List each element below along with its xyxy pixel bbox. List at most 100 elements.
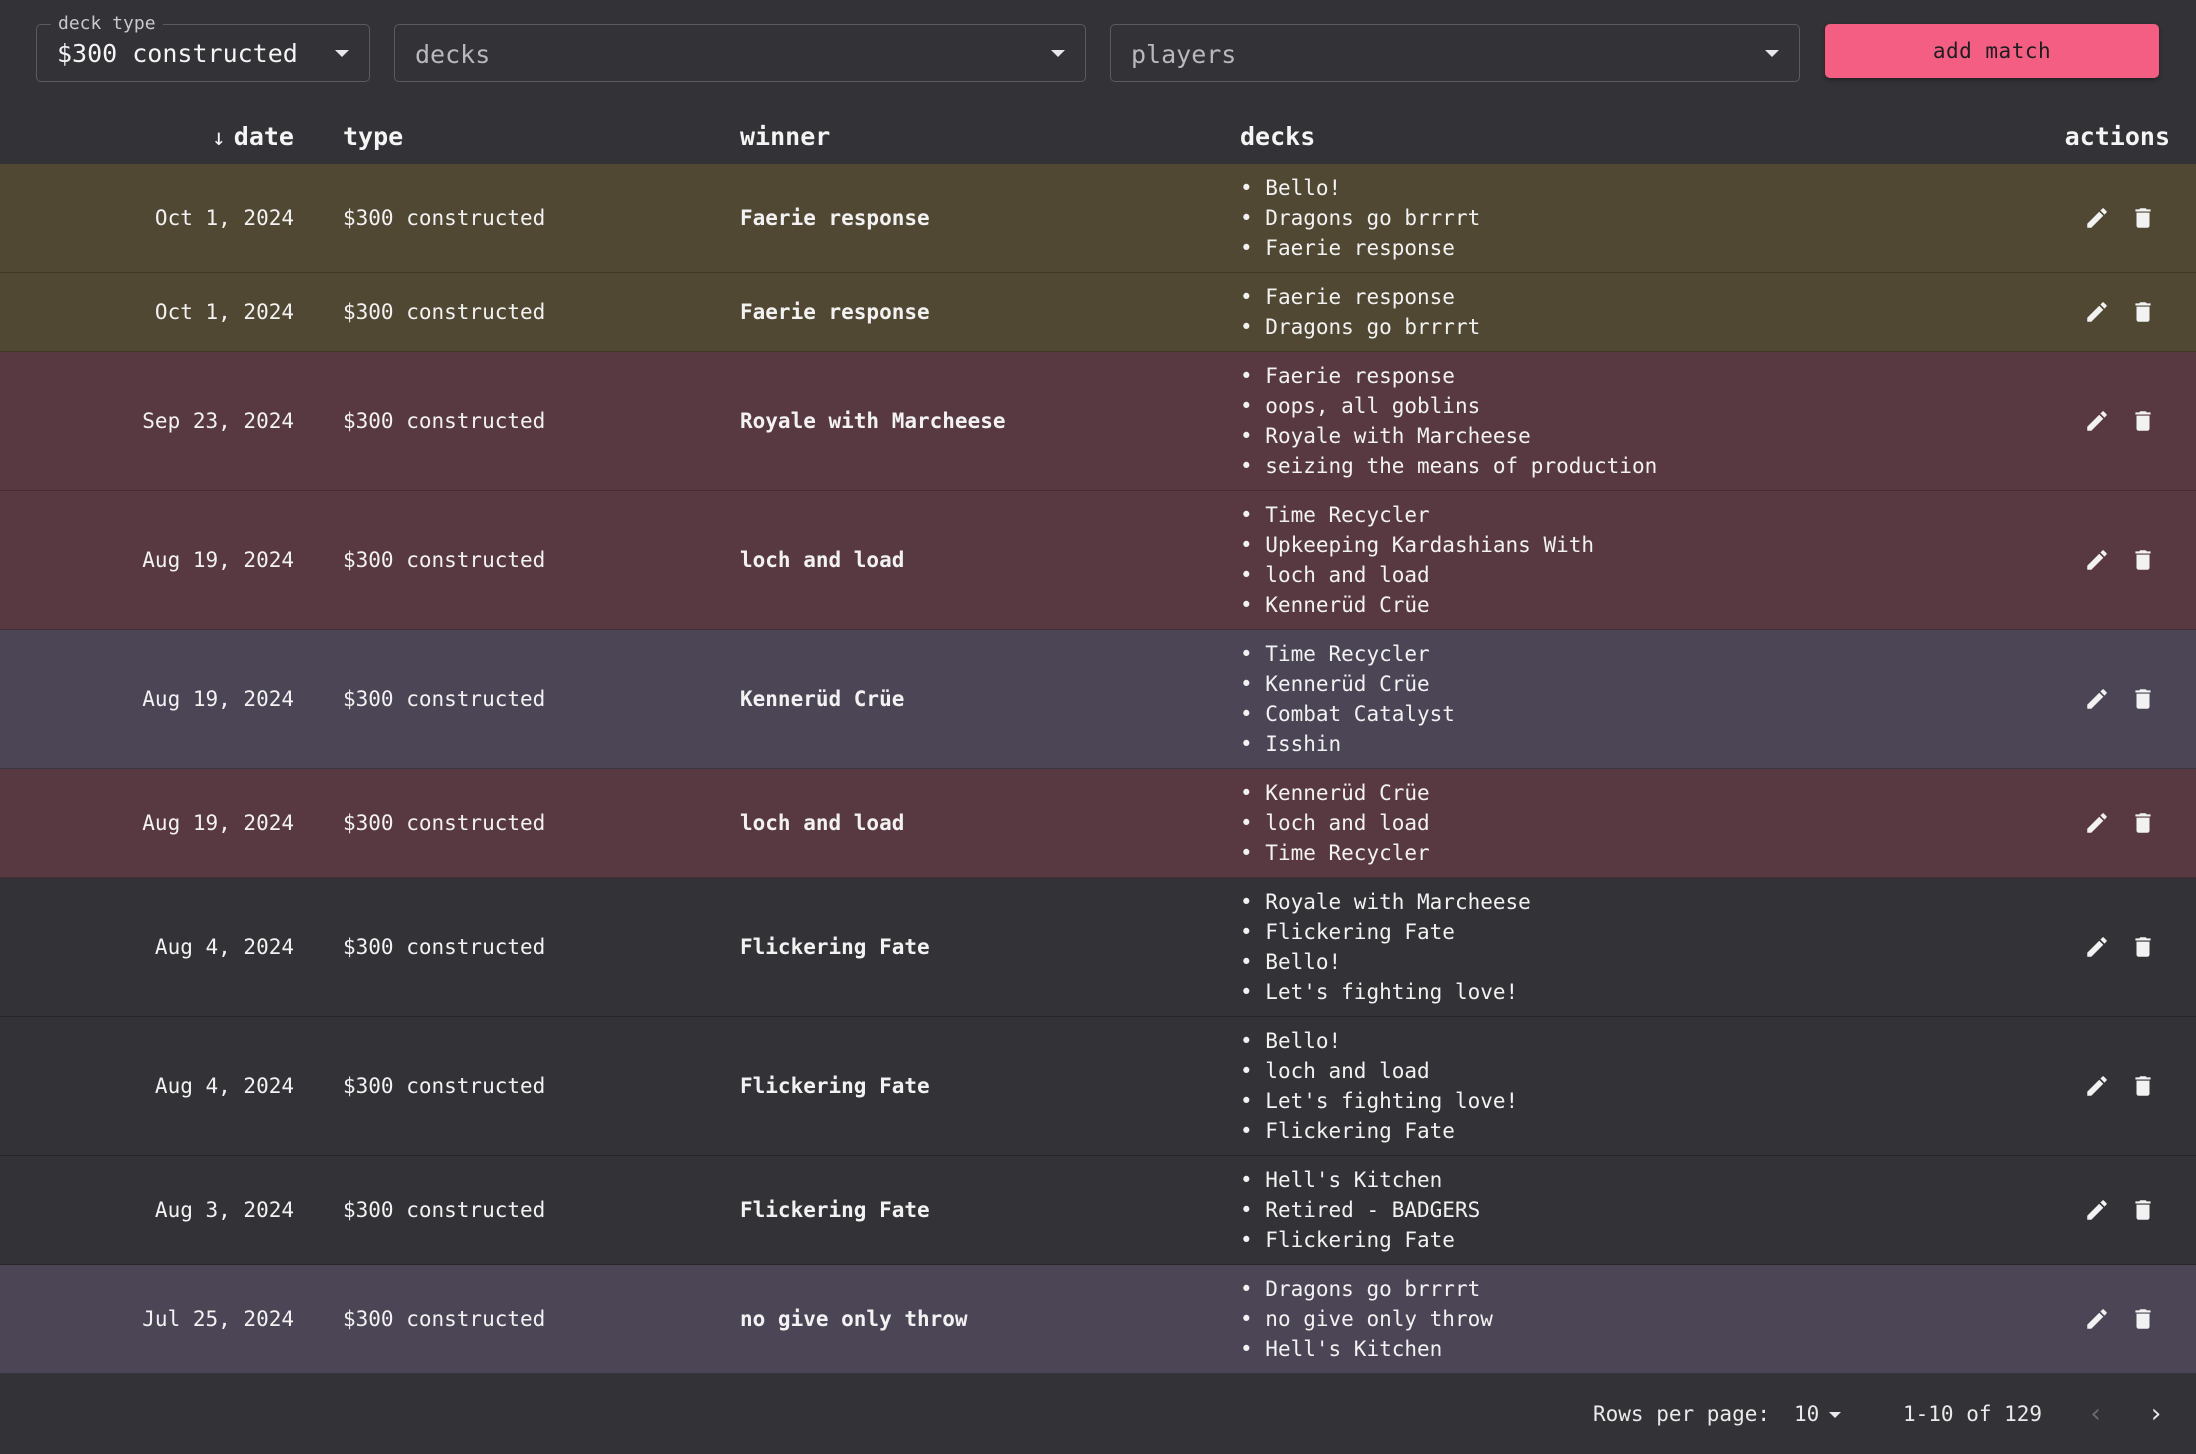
edit-pencil-icon[interactable] xyxy=(2084,810,2110,836)
deck-type-select[interactable]: deck type $300 constructed xyxy=(36,13,370,82)
rows-per-page-label: Rows per page: xyxy=(1593,1402,1771,1426)
column-header-type[interactable]: type xyxy=(343,120,403,154)
table-row: Aug 19, 2024 $300 constructed loch and loa… xyxy=(0,491,2196,630)
dropdown-arrow-icon xyxy=(335,50,349,57)
edit-pencil-icon[interactable] xyxy=(2084,686,2110,712)
delete-trash-icon[interactable] xyxy=(2130,686,2156,712)
deck-list-item: Combat Catalyst xyxy=(1240,699,1455,729)
deck-list-item: seizing the means of production xyxy=(1240,451,1657,481)
arrow-down-icon: ↓ xyxy=(211,125,226,151)
match-type: $300 constructed xyxy=(343,206,546,230)
edit-pencil-icon[interactable] xyxy=(2084,299,2110,325)
deck-list-item: Hell's Kitchen xyxy=(1240,1334,1493,1364)
chevron-left-icon[interactable]: ‹ xyxy=(2088,1375,2104,1454)
delete-trash-icon[interactable] xyxy=(2130,934,2156,960)
match-date: Oct 1, 2024 xyxy=(154,206,294,230)
match-date: Aug 4, 2024 xyxy=(154,1074,294,1098)
deck-list-item: oops, all goblins xyxy=(1240,391,1657,421)
edit-pencil-icon[interactable] xyxy=(2084,205,2110,231)
match-date: Oct 1, 2024 xyxy=(154,300,294,324)
matches-table-body: Oct 1, 2024 $300 constructed Faerie respon… xyxy=(0,164,2196,1374)
deck-list-item: Upkeeping Kardashians With xyxy=(1240,530,1594,560)
match-decks-list: Time RecyclerKennerüd CrüeCombat Catalys… xyxy=(1240,639,1455,759)
deck-list-item: Dragons go brrrrt xyxy=(1240,203,1480,233)
deck-list-item: Kennerüd Crüe xyxy=(1240,669,1455,699)
deck-list-item: Flickering Fate xyxy=(1240,1116,1518,1146)
edit-pencil-icon[interactable] xyxy=(2084,547,2110,573)
decks-placeholder: decks xyxy=(415,40,491,69)
match-date: Sep 23, 2024 xyxy=(142,409,294,433)
add-match-button[interactable]: add match xyxy=(1825,24,2159,78)
delete-trash-icon[interactable] xyxy=(2130,205,2156,231)
table-header: ↓ date type winner decks actions xyxy=(0,120,2196,164)
match-type: $300 constructed xyxy=(343,1074,546,1098)
delete-trash-icon[interactable] xyxy=(2130,408,2156,434)
deck-type-value: $300 constructed xyxy=(57,39,298,68)
column-header-date[interactable]: ↓ date xyxy=(212,120,294,155)
match-type: $300 constructed xyxy=(343,300,546,324)
delete-trash-icon[interactable] xyxy=(2130,1073,2156,1099)
deck-list-item: Royale with Marcheese xyxy=(1240,421,1657,451)
deck-list-item: loch and load xyxy=(1240,1056,1518,1086)
deck-list-item: Kennerüd Crüe xyxy=(1240,590,1594,620)
deck-list-item: Royale with Marcheese xyxy=(1240,887,1531,917)
chevron-right-icon[interactable]: › xyxy=(2148,1375,2164,1454)
match-type: $300 constructed xyxy=(343,811,546,835)
edit-pencil-icon[interactable] xyxy=(2084,408,2110,434)
match-date: Aug 19, 2024 xyxy=(142,811,294,835)
rows-per-page-select[interactable]: 10 xyxy=(1794,1375,1842,1454)
players-select[interactable]: players xyxy=(1110,24,1800,82)
table-row: Aug 3, 2024 $300 constructed Flickering Fa… xyxy=(0,1156,2196,1265)
table-row: Jul 25, 2024 $300 constructed no give only… xyxy=(0,1265,2196,1374)
match-decks-list: Hell's KitchenRetired - BADGERSFlickerin… xyxy=(1240,1165,1480,1255)
edit-pencil-icon[interactable] xyxy=(2084,934,2110,960)
column-header-decks[interactable]: decks xyxy=(1240,120,1315,154)
match-winner: no give only throw xyxy=(740,1307,968,1331)
deck-list-item: no give only throw xyxy=(1240,1304,1493,1334)
row-actions xyxy=(2084,1073,2156,1099)
decks-select[interactable]: decks xyxy=(394,24,1086,82)
edit-pencil-icon[interactable] xyxy=(2084,1073,2110,1099)
match-date: Aug 3, 2024 xyxy=(154,1198,294,1222)
delete-trash-icon[interactable] xyxy=(2130,299,2156,325)
deck-list-item: Let's fighting love! xyxy=(1240,977,1531,1007)
table-row: Aug 19, 2024 $300 constructed loch and loa… xyxy=(0,769,2196,878)
match-type: $300 constructed xyxy=(343,409,546,433)
table-row: Oct 1, 2024 $300 constructed Faerie respon… xyxy=(0,273,2196,352)
edit-pencil-icon[interactable] xyxy=(2084,1197,2110,1223)
row-actions xyxy=(2084,686,2156,712)
edit-pencil-icon[interactable] xyxy=(2084,1306,2110,1332)
match-type: $300 constructed xyxy=(343,1307,546,1331)
pagination-bar: Rows per page: 10 1-10 of 129 ‹ › xyxy=(0,1375,2196,1454)
match-date: Jul 25, 2024 xyxy=(142,1307,294,1331)
match-decks-list: Time RecyclerUpkeeping Kardashians Withl… xyxy=(1240,500,1594,620)
row-actions xyxy=(2084,408,2156,434)
players-placeholder: players xyxy=(1131,40,1237,69)
deck-list-item: Faerie response xyxy=(1240,361,1657,391)
delete-trash-icon[interactable] xyxy=(2130,547,2156,573)
column-header-actions: actions xyxy=(2064,122,2170,151)
delete-trash-icon[interactable] xyxy=(2130,1197,2156,1223)
dropdown-arrow-icon xyxy=(1051,50,1065,57)
deck-list-item: Faerie response xyxy=(1240,282,1480,312)
row-actions xyxy=(2084,299,2156,325)
filter-toolbar: deck type $300 constructed decks players… xyxy=(0,0,2196,120)
match-type: $300 constructed xyxy=(343,687,546,711)
match-decks-list: Royale with MarcheeseFlickering FateBell… xyxy=(1240,887,1531,1007)
rows-per-page-value: 10 xyxy=(1794,1402,1820,1426)
match-winner: Faerie response xyxy=(740,300,930,324)
deck-list-item: Time Recycler xyxy=(1240,639,1455,669)
delete-trash-icon[interactable] xyxy=(2130,1306,2156,1332)
deck-list-item: Retired - BADGERS xyxy=(1240,1195,1480,1225)
match-winner: loch and load xyxy=(740,548,905,572)
match-winner: loch and load xyxy=(740,811,905,835)
match-date: Aug 19, 2024 xyxy=(142,687,294,711)
table-row: Aug 19, 2024 $300 constructed Kennerüd Crü… xyxy=(0,630,2196,769)
deck-list-item: Kennerüd Crüe xyxy=(1240,778,1429,808)
deck-list-item: Bello! xyxy=(1240,947,1531,977)
table-row: Sep 23, 2024 $300 constructed Royale with … xyxy=(0,352,2196,491)
column-header-winner[interactable]: winner xyxy=(740,120,830,154)
match-date: Aug 19, 2024 xyxy=(142,548,294,572)
delete-trash-icon[interactable] xyxy=(2130,810,2156,836)
match-decks-list: Kennerüd Crüeloch and loadTime Recycler xyxy=(1240,778,1429,868)
